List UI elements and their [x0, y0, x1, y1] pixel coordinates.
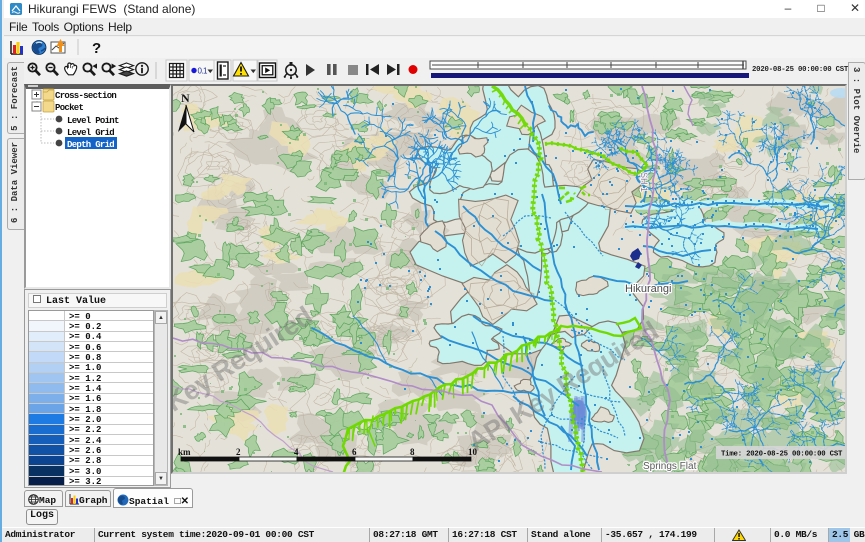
svg-text:km: km	[178, 447, 191, 457]
svg-text:4: 4	[294, 447, 299, 457]
svg-text:2: 2	[236, 447, 241, 457]
svg-text:Hikurangi: Hikurangi	[625, 283, 671, 295]
svg-text:Level Grid: Level Grid	[67, 128, 114, 138]
svg-text:Pocket: Pocket	[55, 103, 84, 113]
svg-text:Springs Flat: Springs Flat	[643, 461, 697, 472]
svg-text:?: ?	[92, 40, 101, 57]
svg-text:8: 8	[410, 447, 415, 457]
svg-text:Depth Grid: Depth Grid	[67, 140, 114, 150]
svg-text:N: N	[181, 91, 190, 105]
svg-text:Level Point: Level Point	[67, 116, 119, 126]
svg-text:Cross-section: Cross-section	[55, 91, 116, 101]
svg-text:2020-08-25 00:00:00 CST: 2020-08-25 00:00:00 CST	[752, 66, 849, 74]
svg-text:SH 1: SH 1	[639, 172, 649, 192]
svg-text:0.1: 0.1	[198, 67, 208, 76]
svg-text:Time: 2020-08-25 00:00:00 CST: Time: 2020-08-25 00:00:00 CST	[721, 451, 843, 459]
svg-text:6: 6	[352, 447, 357, 457]
svg-text:10: 10	[468, 447, 478, 457]
